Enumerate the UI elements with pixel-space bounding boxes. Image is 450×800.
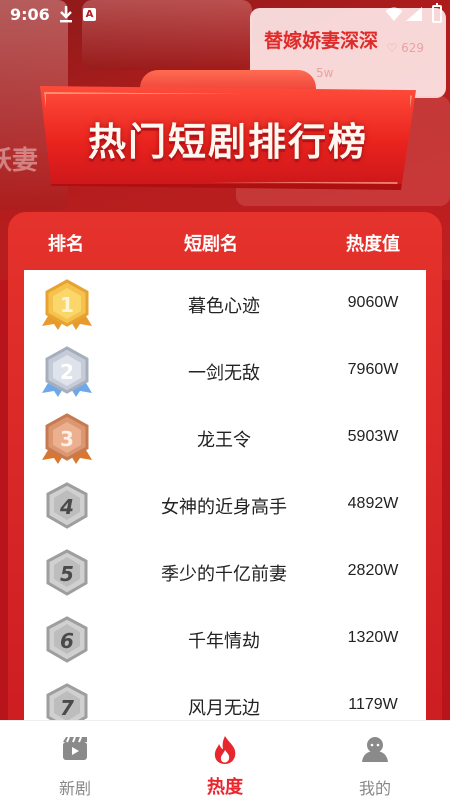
rank-badge-icon: 5: [46, 549, 88, 596]
header-drama-name: 短剧名: [184, 234, 238, 255]
ranking-row[interactable]: 6 千年情劫 1320W: [24, 605, 426, 673]
ranking-row[interactable]: 2 一剑无敌 7960W: [24, 337, 426, 405]
rank-number: 5: [60, 562, 74, 586]
heat-value: 2820W: [347, 562, 399, 579]
clapperboard-icon: [63, 736, 87, 760]
ranking-row[interactable]: 4 女神的近身高手 4892W: [24, 471, 426, 539]
drama-name: 一剑无敌: [188, 363, 260, 384]
status-bar: 9:06 A: [0, 0, 450, 30]
rank-number: 7: [60, 696, 74, 720]
wifi-icon: [385, 6, 403, 26]
ranking-row[interactable]: 1 暮色心迹 9060W: [24, 270, 426, 338]
drama-name: 季少的千亿前妻: [161, 564, 287, 585]
signal-icon: [405, 6, 423, 26]
bronze-medal-icon: 3: [42, 413, 92, 464]
nav-tab-hot[interactable]: 热度: [175, 729, 275, 799]
rank-number: 4: [59, 495, 74, 519]
heat-value: 5903W: [347, 428, 399, 445]
nav-tab-mine[interactable]: 我的: [325, 729, 425, 799]
ranking-banner: 热门短剧排行榜: [40, 70, 416, 196]
flame-icon: [214, 736, 236, 764]
background-card-title: 替嫁娇妻深深: [264, 30, 379, 52]
drama-name: 风月无边: [188, 698, 260, 719]
ranking-list[interactable]: 1 暮色心迹 9060W 2 一剑无敌 7960W 3 龙王令 5903W 4 …: [24, 270, 426, 740]
nav-label: 新剧: [58, 779, 91, 798]
drama-name: 女神的近身高手: [161, 497, 287, 518]
rank-badge-icon: 4: [46, 482, 88, 529]
ranking-row[interactable]: 5 季少的千亿前妻 2820W: [24, 538, 426, 606]
rank-number: 3: [60, 427, 74, 451]
bottom-nav: 新剧 热度 我的: [0, 720, 450, 800]
header-rank: 排名: [48, 234, 84, 255]
heart-icon: ♡: [386, 41, 398, 55]
ranking-panel: 排名 短剧名 热度值 1 暮色心迹 9060W 2 一剑无敌 7960W 3 龙…: [8, 212, 442, 740]
silver-medal-icon: 2: [42, 346, 92, 397]
ranking-row[interactable]: 3 龙王令 5903W: [24, 404, 426, 472]
heat-value: 1179W: [348, 696, 398, 713]
background-card-likes: ♡ 629: [387, 41, 425, 55]
heat-value: 4892W: [347, 495, 399, 512]
nav-label: 热度: [207, 777, 243, 798]
rank-number: 2: [60, 360, 74, 384]
rank-number: 1: [60, 293, 74, 317]
download-icon: [58, 4, 74, 28]
background-card-text: 妖妻: [0, 146, 39, 176]
background-card-meta: 5w: [316, 66, 334, 80]
rank-badge-icon: 6: [46, 616, 88, 663]
nav-label: 我的: [358, 779, 391, 798]
drama-name: 龙王令: [197, 430, 251, 451]
rank-number: 6: [60, 629, 74, 653]
heat-value: 9060W: [347, 294, 399, 311]
ranking-table-header: 排名 短剧名 热度值: [8, 212, 442, 270]
gold-medal-icon: 1: [42, 279, 92, 330]
status-time: 9:06: [10, 5, 50, 24]
header-heat-value: 热度值: [346, 234, 400, 255]
banner-title: 热门短剧排行榜: [87, 120, 368, 164]
battery-icon: [432, 3, 442, 23]
like-count: 629: [401, 41, 424, 55]
heat-value: 7960W: [347, 361, 399, 378]
heat-value: 1320W: [347, 629, 399, 646]
drama-name: 暮色心迹: [188, 296, 260, 317]
user-icon: [362, 737, 388, 762]
drama-name: 千年情劫: [188, 631, 260, 652]
text-a-icon: A: [83, 8, 96, 21]
nav-tab-new-drama[interactable]: 新剧: [25, 729, 125, 799]
